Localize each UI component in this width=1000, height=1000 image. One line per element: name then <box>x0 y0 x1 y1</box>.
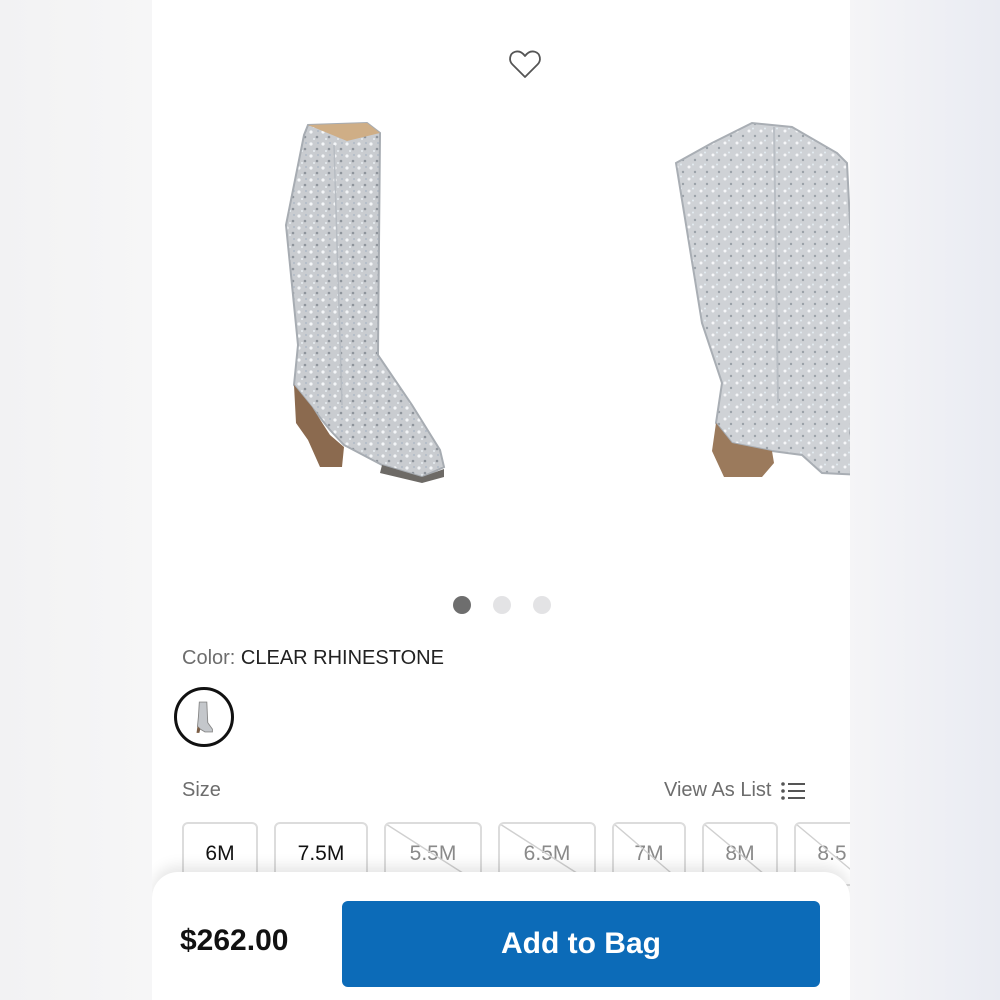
boot-angle-view-image <box>674 121 850 477</box>
size-option-label: 7.5M <box>297 842 345 865</box>
price: $262.00 <box>180 924 289 957</box>
view-as-list-button[interactable]: View As List <box>664 779 806 802</box>
backdrop-right <box>850 0 1000 1000</box>
carousel-dot-3[interactable] <box>533 596 551 614</box>
color-value: CLEAR RHINESTONE <box>240 647 444 669</box>
boot-side-view-image <box>284 121 446 483</box>
color-selection-text: Color: CLEAR RHINESTONE <box>182 647 444 670</box>
boot-thumbnail-icon <box>179 692 229 742</box>
carousel-dot-2[interactable] <box>493 596 511 614</box>
heart-icon[interactable] <box>508 48 542 80</box>
color-label: Color: <box>182 647 236 669</box>
size-label: Size <box>182 779 221 801</box>
purchase-bar: $262.00 Add to Bag <box>152 872 850 1000</box>
add-to-bag-button[interactable]: Add to Bag <box>342 901 820 987</box>
carousel-indicator <box>152 596 850 616</box>
product-screen: Color: CLEAR RHINESTONE Size View As Lis… <box>152 0 850 1000</box>
size-option-label: 6M <box>205 842 235 865</box>
list-icon <box>781 781 806 800</box>
view-as-list-label: View As List <box>664 779 772 801</box>
carousel-dot-1[interactable] <box>453 596 471 614</box>
color-swatch-clear-rhinestone[interactable] <box>174 687 234 747</box>
product-image-carousel[interactable] <box>152 95 850 565</box>
backdrop-left <box>0 0 152 1000</box>
